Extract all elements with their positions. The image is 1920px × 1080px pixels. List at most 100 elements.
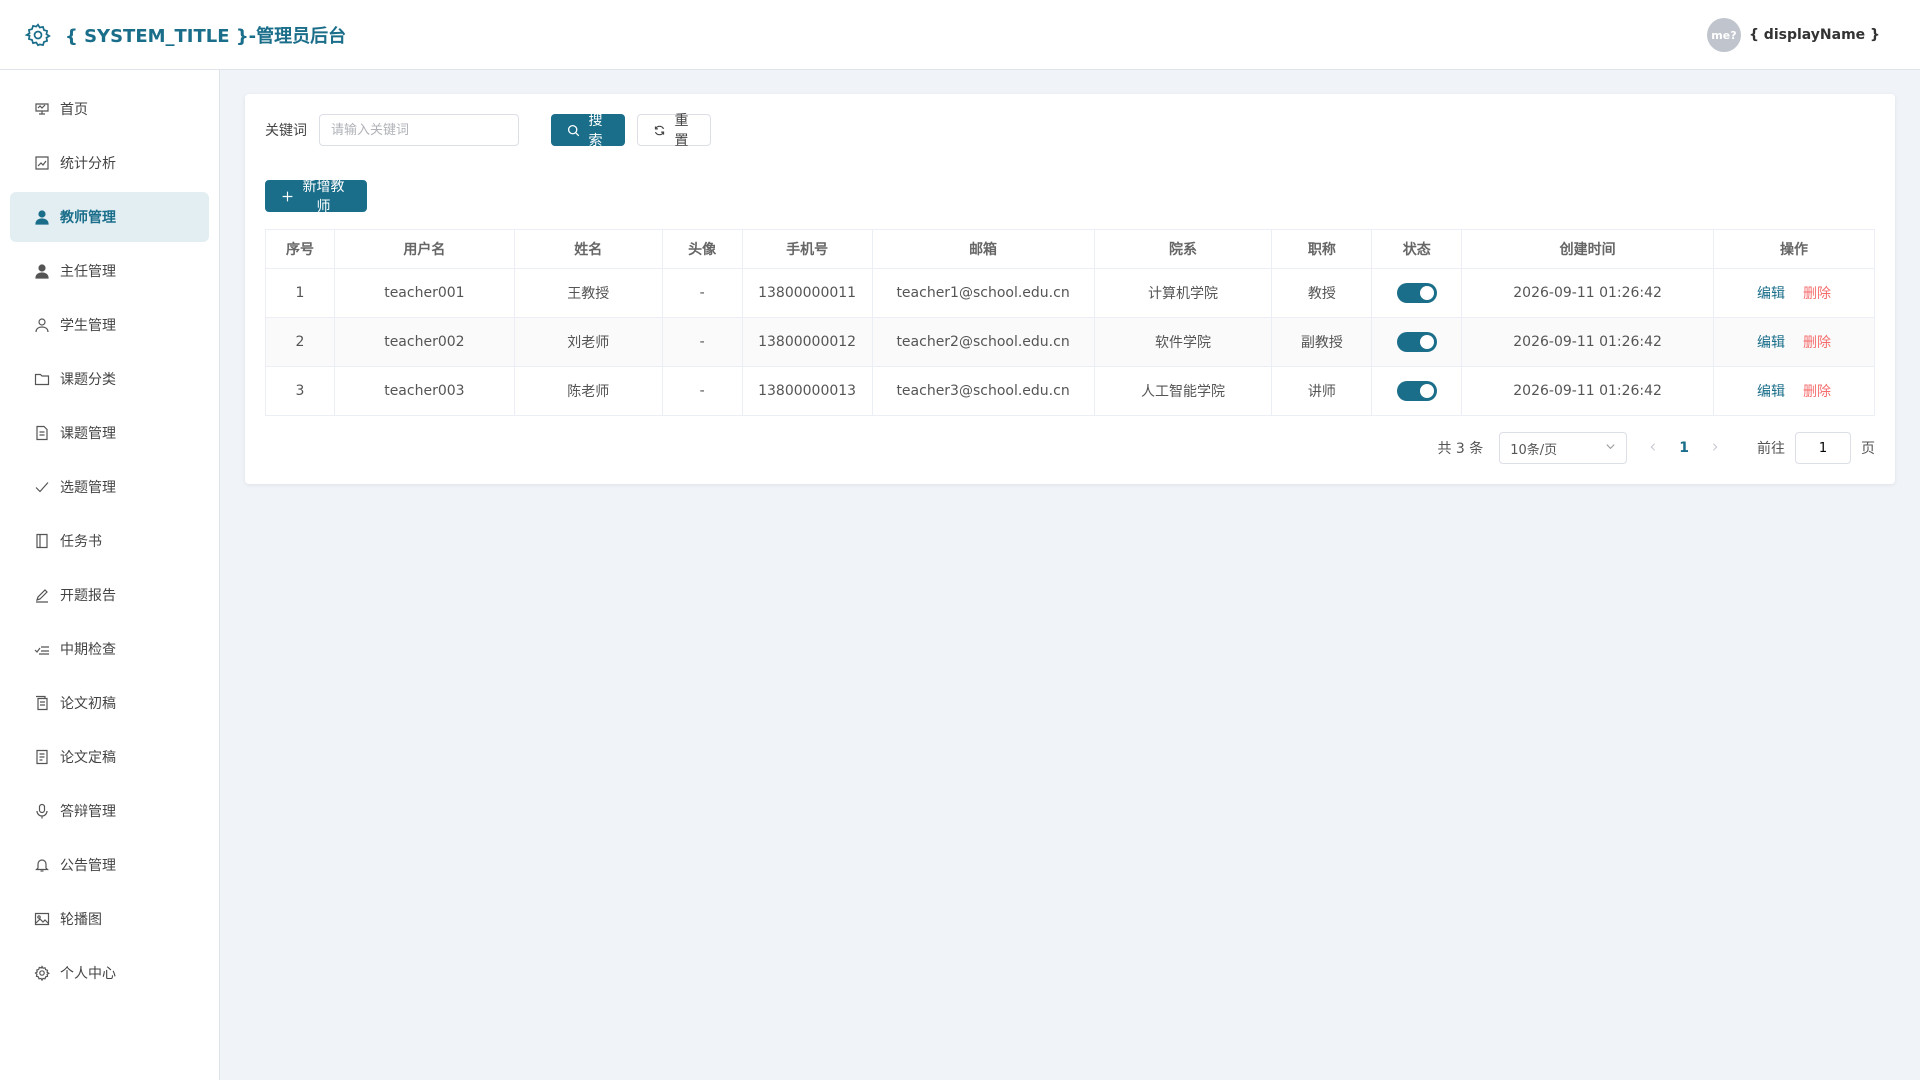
sidebar-item[interactable]: 选题管理	[10, 462, 209, 512]
keyword-input[interactable]	[319, 114, 519, 146]
search-form: 关键词 搜索 重置	[265, 113, 711, 149]
keyword-label: 关键词	[265, 123, 307, 139]
user-outline-icon	[34, 317, 50, 333]
column-header: 邮箱	[871, 229, 1095, 269]
document-copy-icon	[34, 695, 50, 711]
bell-icon	[34, 857, 50, 873]
sidebar-item-label: 中期检查	[60, 642, 116, 658]
column-header: 创建时间	[1461, 229, 1715, 269]
add-teacher-button[interactable]: 新增教师	[265, 179, 367, 215]
edit-button[interactable]: 编辑	[1757, 384, 1785, 400]
search-button-label: 搜索	[588, 113, 603, 149]
cell-created: 2026-09-11 01:26:42	[1461, 268, 1715, 318]
cell-phone: 13800000011	[741, 268, 873, 318]
sidebar-item-label: 个人中心	[60, 966, 116, 982]
sidebar-item[interactable]: 轮播图	[10, 894, 209, 944]
folder-icon	[34, 371, 50, 387]
status-toggle[interactable]	[1396, 283, 1437, 303]
sidebar-item[interactable]: 开题报告	[10, 570, 209, 620]
document-icon	[34, 425, 50, 441]
add-teacher-label: 新增教师	[302, 179, 345, 215]
sidebar-item-label: 统计分析	[60, 156, 116, 172]
edit-button[interactable]: 编辑	[1757, 335, 1785, 351]
top-header: { SYSTEM_TITLE }-管理员后台 me? { displayName…	[0, 0, 1920, 70]
chart-icon	[34, 155, 50, 171]
sidebar-item[interactable]: 任务书	[10, 516, 209, 566]
status-toggle[interactable]	[1396, 332, 1437, 352]
sidebar-item-label: 选题管理	[60, 480, 116, 496]
sidebar-item-label: 主任管理	[60, 264, 116, 280]
avatar[interactable]: me?	[1706, 18, 1741, 52]
cell-dept: 人工智能学院	[1093, 366, 1273, 416]
cell-title: 讲师	[1271, 366, 1373, 416]
cell-dept: 计算机学院	[1093, 268, 1273, 318]
sidebar-item[interactable]: 答辩管理	[10, 786, 209, 836]
cell-avatar: -	[661, 268, 743, 318]
edit-pen-icon	[34, 587, 50, 603]
table-row: 3 teacher003 陈老师 -13800000013 teacher3@schoo…	[265, 366, 1875, 416]
cell-created: 2026-09-11 01:26:42	[1461, 317, 1715, 367]
sidebar-item-label: 课题分类	[60, 372, 116, 388]
delete-button[interactable]: 删除	[1803, 335, 1831, 351]
sidebar-item[interactable]: 课题管理	[10, 408, 209, 458]
sidebar-item[interactable]: 学生管理	[10, 300, 209, 350]
cell-dept: 软件学院	[1093, 317, 1273, 367]
chevron-right-icon	[1712, 443, 1718, 451]
column-header: 职称	[1271, 229, 1373, 269]
sidebar-item[interactable]: 公告管理	[10, 840, 209, 890]
goto-page-input[interactable]	[1795, 432, 1851, 464]
prev-page-button[interactable]	[1643, 440, 1663, 456]
table-header-row: 序号 用户名 姓名 头像 手机号 邮箱 院系 职称 状态 创建时间 操作	[265, 229, 1875, 269]
sidebar-item[interactable]: 课题分类	[10, 354, 209, 404]
sidebar-item-label: 轮播图	[60, 912, 102, 928]
cell-name: 王教授	[513, 268, 663, 318]
sidebar-item[interactable]: 论文定稿	[10, 732, 209, 782]
system-title: { SYSTEM_TITLE }-管理员后台	[65, 25, 347, 47]
sidebar-item-label: 学生管理	[60, 318, 116, 334]
status-toggle[interactable]	[1396, 381, 1437, 401]
cell-name: 刘老师	[513, 317, 663, 367]
total-count: 共 3 条	[1437, 441, 1484, 457]
page-size-select[interactable]: 10条/页	[1499, 432, 1628, 464]
dashboard-icon	[34, 101, 50, 117]
column-header: 头像	[661, 229, 743, 269]
delete-button[interactable]: 删除	[1803, 286, 1831, 302]
sidebar-item-label: 教师管理	[60, 210, 116, 226]
column-header: 手机号	[741, 229, 873, 269]
sidebar-item[interactable]: 教师管理	[10, 192, 209, 242]
column-header: 序号	[265, 229, 335, 269]
page-number-current[interactable]: 1	[1679, 440, 1689, 456]
cell-created: 2026-09-11 01:26:42	[1461, 366, 1715, 416]
reset-button-label: 重置	[674, 113, 689, 149]
gear-icon	[24, 22, 51, 48]
cell-index: 1	[265, 268, 335, 318]
display-name[interactable]: { displayName }	[1749, 27, 1880, 43]
sidebar-item[interactable]: 个人中心	[10, 948, 209, 998]
cell-phone: 13800000013	[741, 366, 873, 416]
search-button[interactable]: 搜索	[551, 113, 625, 149]
toggle-knob	[1419, 384, 1434, 398]
refresh-icon	[653, 124, 666, 137]
sidebar-item[interactable]: 主任管理	[10, 246, 209, 296]
sidebar-item-label: 首页	[60, 102, 88, 118]
sidebar-item-label: 课题管理	[60, 426, 116, 442]
reset-button[interactable]: 重置	[637, 113, 711, 149]
sidebar-item-label: 任务书	[60, 534, 102, 550]
delete-button[interactable]: 删除	[1803, 384, 1831, 400]
settings-icon	[34, 965, 50, 981]
cell-avatar: -	[661, 317, 743, 367]
user-menu[interactable]: me? { displayName }	[1706, 18, 1880, 52]
user-icon	[34, 209, 50, 225]
next-page-button[interactable]	[1705, 440, 1725, 456]
cell-status	[1371, 366, 1463, 416]
cell-email: teacher1@school.edu.cn	[871, 268, 1095, 318]
sidebar-item[interactable]: 中期检查	[10, 624, 209, 674]
sidebar-item[interactable]: 统计分析	[10, 138, 209, 188]
sidebar-item[interactable]: 首页	[10, 84, 209, 134]
cell-title: 副教授	[1271, 317, 1373, 367]
sidebar-item[interactable]: 论文初稿	[10, 678, 209, 728]
cell-avatar: -	[661, 366, 743, 416]
edit-button[interactable]: 编辑	[1757, 286, 1785, 302]
cell-actions: 编辑 删除	[1713, 268, 1875, 318]
notebook-icon	[34, 533, 50, 549]
